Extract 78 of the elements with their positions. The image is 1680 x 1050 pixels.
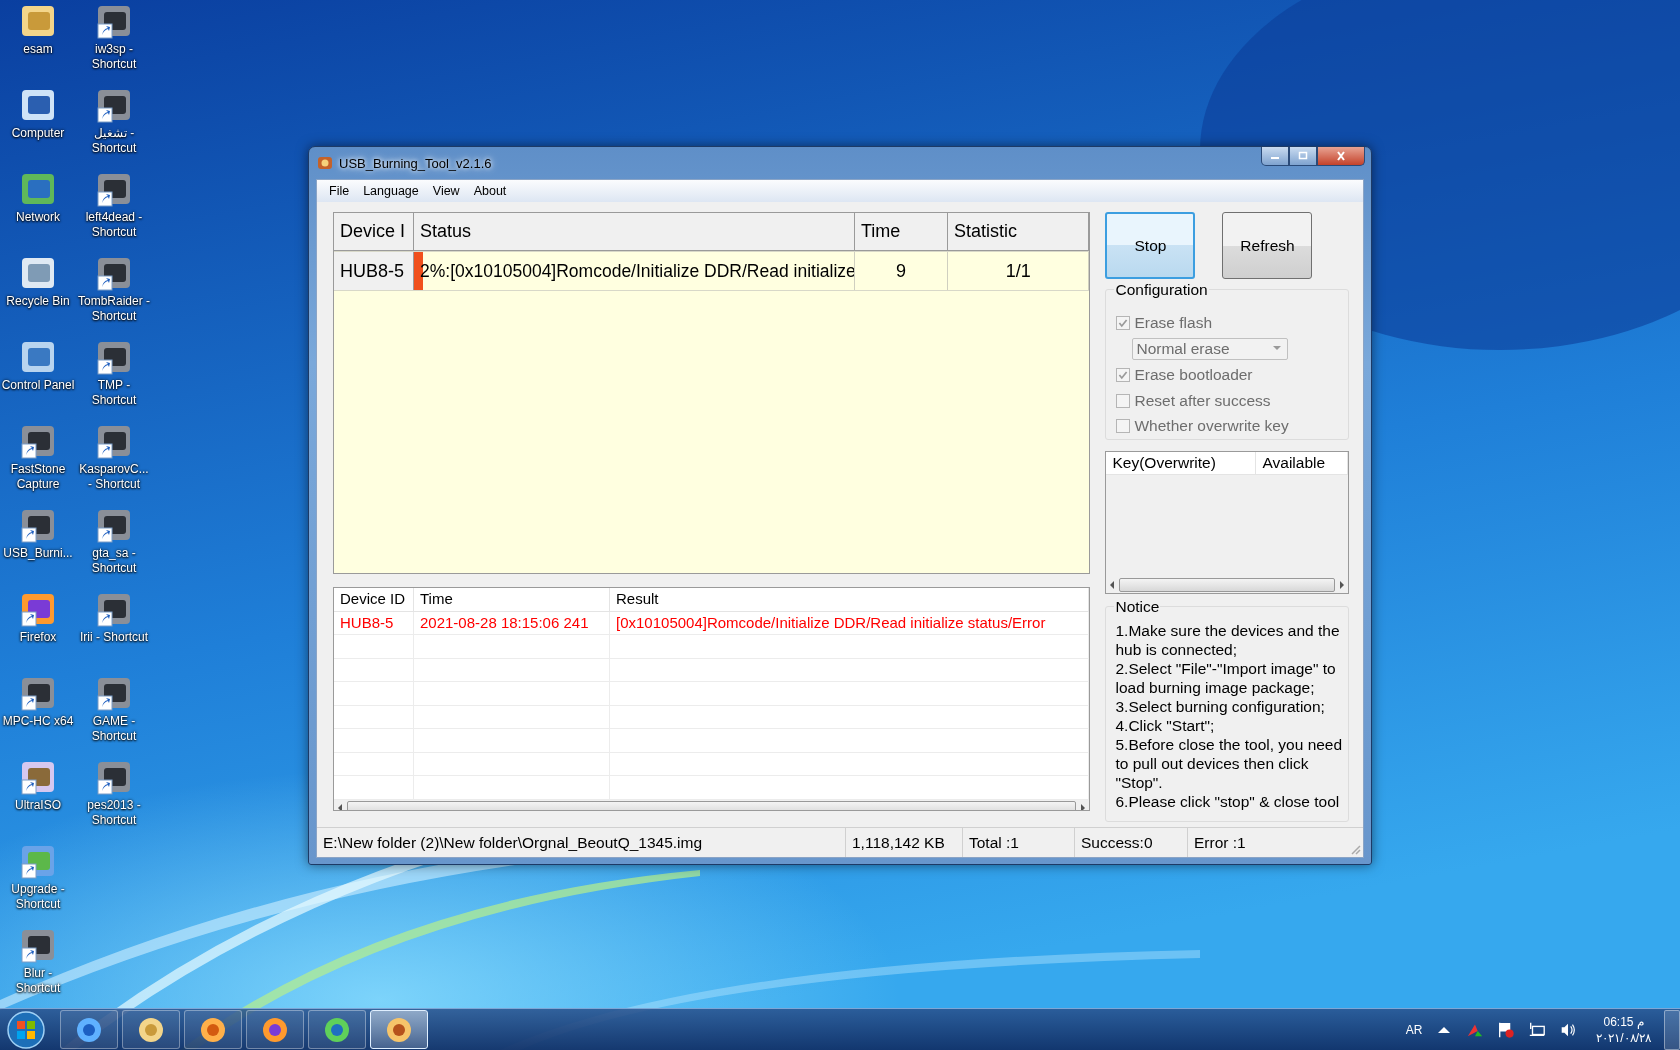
status-text: Total :1 xyxy=(963,828,1075,857)
icon-label: Recycle Bin xyxy=(5,294,71,309)
status-text: Error :1 xyxy=(1193,832,1247,853)
table-cell: 2021-08-28 18:15:06 241 xyxy=(414,611,610,634)
flag-icon[interactable] xyxy=(1497,1020,1516,1039)
caret-icon xyxy=(1273,346,1282,352)
icon-label: left4dead - Shortcut xyxy=(84,210,144,240)
app-icon xyxy=(317,155,333,171)
clock[interactable]: 06:15 م ٢٠٢١/٠٨/٢٨ xyxy=(1596,1013,1651,1046)
maximize-icon xyxy=(1297,151,1309,161)
column-header[interactable]: Time xyxy=(855,213,948,251)
icon-label: Network xyxy=(15,210,61,225)
maximize-button[interactable] xyxy=(1289,147,1317,166)
icon-label: Irii - Shortcut xyxy=(79,630,149,645)
network-icon[interactable] xyxy=(1528,1020,1547,1039)
icon-label: pes2013 - Shortcut xyxy=(86,798,142,828)
column-header[interactable]: Statistic xyxy=(948,213,1090,251)
start-button[interactable] xyxy=(6,1009,46,1050)
icon-label: iw3sp - Shortcut xyxy=(90,42,138,72)
show-desktop-button[interactable] xyxy=(1664,1009,1680,1050)
menu-item[interactable]: About xyxy=(466,184,514,198)
icon-label: Control Panel xyxy=(0,378,76,393)
icon-label: esam xyxy=(22,42,54,57)
scroll-left-icon[interactable] xyxy=(1109,580,1116,589)
column-header[interactable]: Status xyxy=(414,213,855,251)
status-text: E:\New folder (2)\New folder\Orgnal_BeoutQ_1345.img xyxy=(317,828,846,857)
icon-label: تشغيل - Shortcut xyxy=(90,126,138,156)
table-cell: 1/1 xyxy=(948,252,1090,290)
scroll-right-icon[interactable] xyxy=(1080,804,1087,810)
checkbox-label: Whether overwrite key xyxy=(1134,417,1289,436)
icon-label: gta_sa - Shortcut xyxy=(90,546,138,576)
icon-label: KasparovC... - Shortcut xyxy=(78,462,150,492)
notice-text: 4.Click "Start"; xyxy=(1115,716,1216,735)
close-icon xyxy=(1335,151,1347,161)
menu-item[interactable]: View xyxy=(425,184,467,198)
notice-text: 5.Before close the tool, you need to pull out devices then click "Stop". xyxy=(1115,735,1344,792)
column-header[interactable]: Key(Overwrite) xyxy=(1106,452,1257,474)
checkbox-label: Erase flash xyxy=(1134,313,1213,332)
icon-label: TMP - Shortcut xyxy=(90,378,138,408)
icon-label: MPC-HC x64 xyxy=(1,714,75,729)
icon-label: TombRaider - Shortcut xyxy=(77,294,151,324)
notice-text: 2.Select "File"-"Import image" to load burning image package; xyxy=(1115,659,1337,697)
minimize-button[interactable] xyxy=(1261,147,1289,166)
column-header[interactable]: Result xyxy=(610,588,1090,611)
status-text: Success:0 xyxy=(1075,828,1188,857)
table-cell: [0x10105004]Romcode/Initialize DDR/Read initialize status/Error xyxy=(610,611,1090,634)
notice-text: 6.Please click "stop" & close tool xyxy=(1115,792,1341,811)
resize-grip-icon[interactable] xyxy=(1349,843,1361,855)
checkbox-label: Reset after success xyxy=(1134,391,1271,410)
column-header[interactable]: Device I xyxy=(334,213,414,251)
icon-label: Computer xyxy=(10,126,66,141)
checkbox-label: Erase bootloader xyxy=(1134,366,1253,384)
icon-label: GAME - Shortcut xyxy=(90,714,138,744)
icon-label: Upgrade - Shortcut xyxy=(10,882,66,912)
menu-item[interactable]: Language xyxy=(356,184,426,198)
icon-label: FastStone Capture xyxy=(9,462,67,492)
action-button[interactable]: Refresh xyxy=(1222,212,1313,279)
group-title: Configuration xyxy=(1114,281,1209,299)
scroll-right-icon[interactable] xyxy=(1339,580,1345,589)
close-button[interactable] xyxy=(1317,147,1365,166)
table-cell: HUB8-5 xyxy=(334,611,414,634)
status-text: 1,118,142 KB xyxy=(846,828,963,857)
notice-text: 3.Select burning configuration; xyxy=(1115,697,1326,716)
column-header[interactable]: Time xyxy=(414,588,610,611)
language-indicator[interactable]: AR xyxy=(1405,1022,1423,1037)
icon-label: UltraISO xyxy=(14,798,62,813)
notice-text: 1.Make sure the devices and the hub is connected; xyxy=(1115,621,1341,659)
column-header[interactable]: Device ID xyxy=(334,588,414,611)
taskbar-button[interactable] xyxy=(370,1010,428,1049)
icon-label: Firefox xyxy=(18,630,58,645)
table-cell: 9 xyxy=(855,252,948,290)
table-cell: HUB8-5 xyxy=(334,252,414,290)
column-header[interactable]: Available xyxy=(1256,452,1348,474)
scroll-left-icon[interactable] xyxy=(337,804,343,810)
action-button[interactable]: Stop xyxy=(1105,212,1196,279)
window-title: USB_Burning_Tool_v2.1.6 xyxy=(339,155,493,171)
icon-label: USB_Burni... xyxy=(2,546,74,561)
menu-item[interactable]: File xyxy=(322,184,357,198)
